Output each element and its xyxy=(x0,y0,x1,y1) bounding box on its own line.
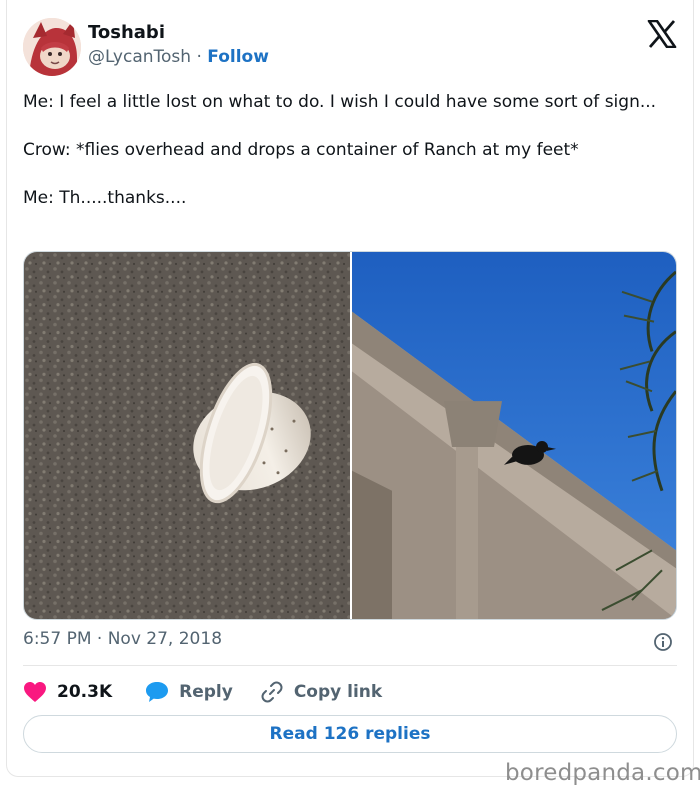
media-grid xyxy=(23,251,677,620)
read-replies-button[interactable]: Read 126 replies xyxy=(23,715,677,753)
info-icon[interactable] xyxy=(653,632,673,652)
x-logo-icon[interactable] xyxy=(647,19,677,49)
reply-label: Reply xyxy=(179,682,233,702)
separator-dot: · xyxy=(96,629,103,649)
tweet-line: Me: Th.....thanks.... xyxy=(23,188,187,208)
handle-row: @LycanTosh · Follow xyxy=(88,47,269,67)
like-count: 20.3K xyxy=(57,682,113,702)
separator-dot: · xyxy=(196,47,202,67)
heart-icon xyxy=(24,682,46,702)
avatar[interactable] xyxy=(23,18,81,76)
tweet-line: Crow: *flies overhead and drops a contai… xyxy=(23,140,579,160)
watermark: boredpanda.com xyxy=(505,760,700,786)
action-bar: 20.3K Reply Copy link xyxy=(23,678,382,706)
ranch-cup-photo[interactable] xyxy=(24,252,350,619)
user-handle[interactable]: @LycanTosh xyxy=(88,47,191,67)
display-name[interactable]: Toshabi xyxy=(88,22,165,43)
copy-link-button[interactable]: Copy link xyxy=(260,680,382,704)
crow-on-roof-photo[interactable] xyxy=(352,252,676,619)
copy-link-label: Copy link xyxy=(293,682,383,702)
tweet-line: Me: I feel a little lost on what to do. … xyxy=(23,92,657,112)
tweet-text: Me: I feel a little lost on what to do. … xyxy=(23,90,663,210)
follow-button[interactable]: Follow xyxy=(207,47,269,67)
speech-bubble-icon xyxy=(146,682,169,702)
tweet-time: 6:57 PM xyxy=(23,629,92,649)
timestamp[interactable]: 6:57 PM · Nov 27, 2018 xyxy=(23,629,222,649)
reply-button[interactable]: Reply xyxy=(145,681,233,703)
link-icon xyxy=(261,681,283,703)
divider xyxy=(23,665,677,666)
like-button[interactable]: 20.3K xyxy=(23,681,112,703)
tweet-date: Nov 27, 2018 xyxy=(107,629,223,649)
